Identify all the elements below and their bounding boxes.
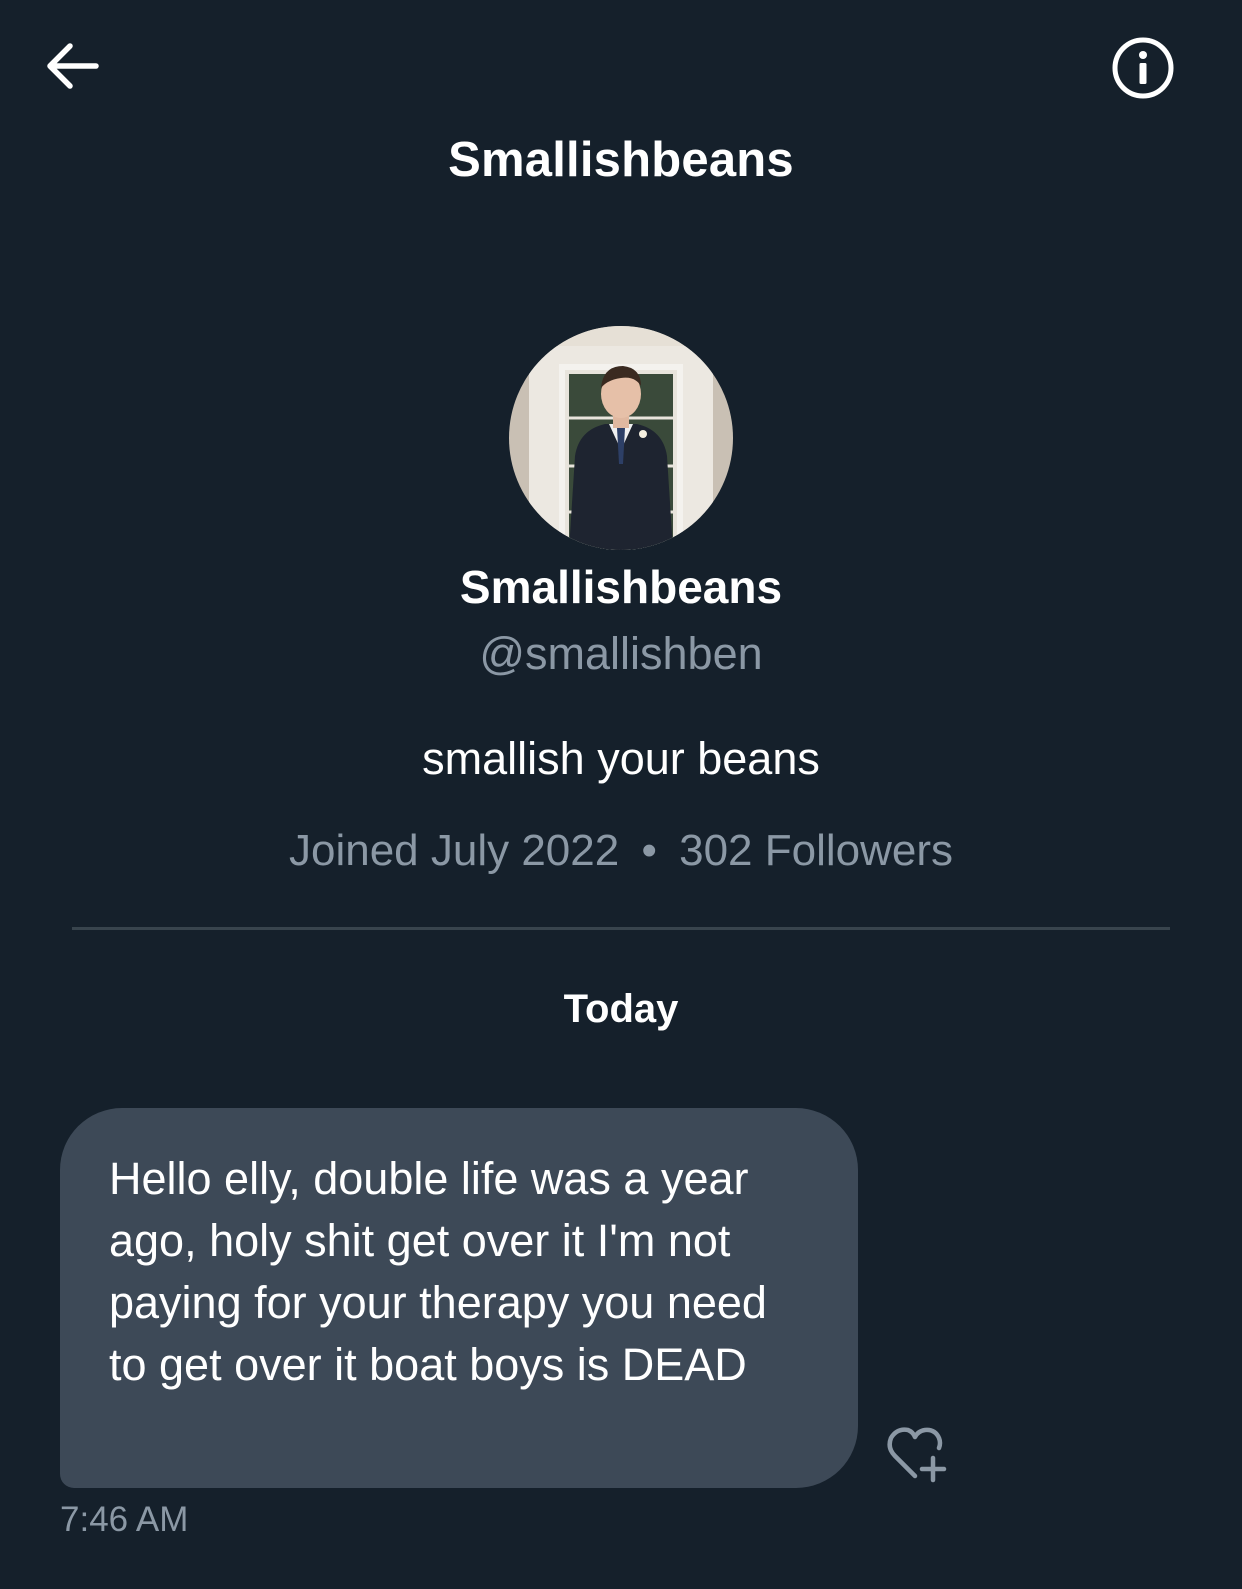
meta-separator: •	[641, 826, 657, 875]
followers-count[interactable]: 302 Followers	[679, 826, 953, 875]
info-icon[interactable]	[1108, 33, 1178, 103]
message-text: Hello elly, double life was a year ago, …	[109, 1153, 767, 1390]
day-label: Today	[563, 987, 679, 1031]
divider	[72, 927, 1170, 930]
profile-handle[interactable]: @smallishben	[0, 628, 1242, 680]
back-arrow-icon[interactable]	[36, 36, 108, 96]
message-bubble[interactable]: Hello elly, double life was a year ago, …	[60, 1108, 858, 1488]
conversation-title: Smallishbeans	[448, 133, 794, 187]
profile-bio: smallish your beans	[422, 733, 820, 784]
avatar[interactable]	[509, 326, 733, 550]
add-reaction-heart-icon[interactable]	[882, 1422, 952, 1486]
message-timestamp: 7:46 AM	[60, 1500, 189, 1539]
profile-meta: Joined July 2022 • 302 Followers	[0, 826, 1242, 876]
profile-display-name[interactable]: Smallishbeans	[0, 560, 1242, 614]
joined-date: Joined July 2022	[288, 826, 620, 875]
